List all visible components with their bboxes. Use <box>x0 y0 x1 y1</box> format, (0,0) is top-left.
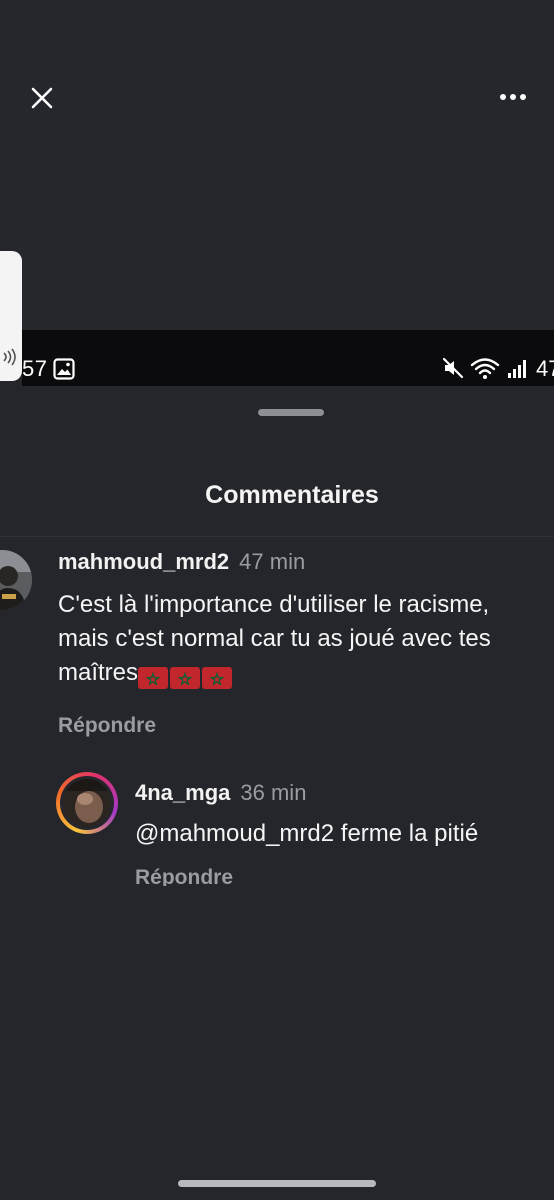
comment-item: mahmoud_mrd2 47 min C'est là l'importance… <box>58 546 538 740</box>
gallery-icon <box>53 358 75 380</box>
wifi-icon <box>470 358 500 379</box>
close-button[interactable] <box>28 84 56 112</box>
comment-time: 47 min <box>239 549 306 574</box>
battery-level: 47 <box>536 356 554 381</box>
sound-wave-icon <box>3 348 16 366</box>
home-indicator[interactable] <box>178 1180 376 1187</box>
comments-sheet: Commentaires mahmoud_mrd2 47 min C'est là… <box>0 386 554 1200</box>
avatar-ring-gap <box>60 776 114 830</box>
comment-text-body: C'est là l'importance d'utiliser le raci… <box>58 591 491 686</box>
divider <box>0 536 554 537</box>
story-top-area <box>0 0 554 330</box>
side-card <box>0 251 22 381</box>
drag-handle[interactable] <box>258 409 324 416</box>
sheet-title: Commentaires <box>205 481 379 509</box>
comment-time: 36 min <box>240 780 307 805</box>
avatar-photo <box>0 550 32 610</box>
status-time: 57 <box>22 356 48 381</box>
comment-username[interactable]: mahmoud_mrd2 <box>58 549 229 574</box>
more-options-button[interactable] <box>496 86 530 108</box>
comment-header: 4na_mga 36 min <box>135 777 554 809</box>
status-bar: 57 47 <box>22 330 554 386</box>
avatar[interactable] <box>0 550 32 610</box>
comment-text: C'est là l'importance d'utiliser le raci… <box>58 588 538 694</box>
avatar-story-ring[interactable] <box>56 772 118 834</box>
flag-emojis <box>138 660 234 694</box>
avatar-photo <box>63 779 111 827</box>
morocco-flag-icon <box>202 666 233 689</box>
reply-button[interactable]: Répondre <box>58 712 538 740</box>
more-options-icon <box>500 94 526 100</box>
reply-button[interactable]: Répondre <box>135 864 233 886</box>
mute-icon <box>442 357 464 379</box>
comment-text: @mahmoud_mrd2 ferme la pitié <box>135 820 479 847</box>
morocco-flag-icon <box>138 666 169 689</box>
morocco-flag-icon <box>170 666 201 689</box>
comment-item: 4na_mga 36 min @mahmoud_mrd2 ferme la pit… <box>135 777 554 851</box>
comment-header: mahmoud_mrd2 47 min <box>58 546 538 578</box>
comment-username[interactable]: 4na_mga <box>135 780 230 805</box>
screen: 57 47 Commentaires <box>0 0 554 1200</box>
close-icon <box>31 87 53 109</box>
avatar <box>63 779 111 827</box>
signal-icon <box>508 360 526 378</box>
